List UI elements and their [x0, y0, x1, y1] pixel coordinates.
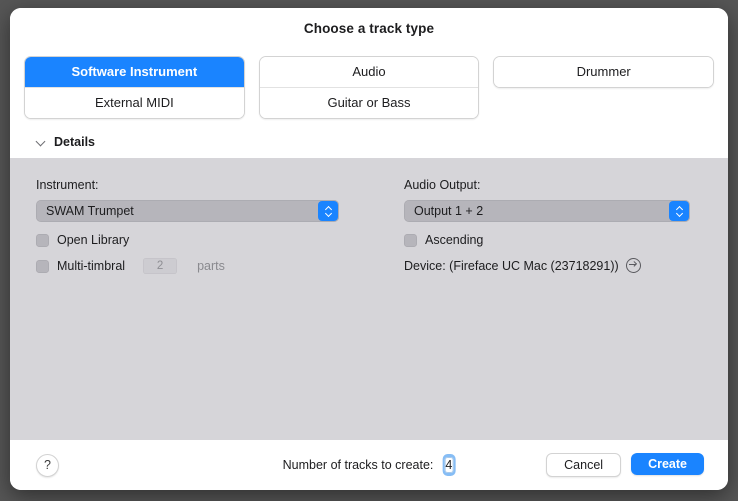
multi-timbral-checkbox[interactable]: [36, 259, 49, 273]
multi-timbral-parts-label: parts: [197, 259, 225, 273]
details-column-right: Audio Output: Output 1 + 2 Ascending Dev…: [392, 178, 728, 274]
details-disclosure-row[interactable]: Details: [10, 119, 728, 158]
details-columns: Instrument: SWAM Trumpet Open Library Mu…: [10, 178, 728, 274]
arrow-right-circle-icon[interactable]: [625, 258, 641, 273]
dialog-top-section: Choose a track type Software Instrument …: [10, 8, 728, 158]
ascending-checkbox[interactable]: [404, 233, 417, 247]
track-type-group-drummer: Drummer: [493, 56, 715, 88]
track-type-groups: Software Instrument External MIDI Audio …: [10, 36, 728, 119]
instrument-value: SWAM Trumpet: [46, 204, 134, 218]
multi-timbral-parts-input[interactable]: 2: [143, 258, 178, 274]
choose-track-type-dialog: Choose a track type Software Instrument …: [10, 8, 728, 490]
details-panel: Instrument: SWAM Trumpet Open Library Mu…: [10, 158, 728, 440]
device-label: Device: (Fireface UC Mac (23718291)): [404, 258, 619, 273]
number-of-tracks-group: Number of tracks to create: 4: [283, 454, 456, 476]
ascending-label: Ascending: [425, 233, 484, 247]
track-type-audio[interactable]: Audio: [259, 57, 479, 87]
dialog-footer: ? Number of tracks to create: 4 Cancel C…: [10, 440, 728, 490]
track-type-software-instrument[interactable]: Software Instrument: [25, 57, 244, 87]
chevron-down-icon: [37, 137, 47, 147]
up-down-chevron-icon: [669, 201, 689, 221]
multi-timbral-label: Multi-timbral: [57, 259, 126, 273]
open-library-label: Open Library: [57, 233, 130, 247]
details-column-left: Instrument: SWAM Trumpet Open Library Mu…: [10, 178, 392, 274]
track-type-external-midi[interactable]: External MIDI: [25, 87, 244, 118]
number-of-tracks-input[interactable]: 4: [444, 457, 454, 473]
up-down-chevron-icon: [318, 201, 338, 221]
create-button[interactable]: Create: [631, 453, 704, 475]
open-library-row[interactable]: Open Library: [36, 233, 392, 247]
audio-output-popup-button[interactable]: Output 1 + 2: [404, 200, 690, 222]
instrument-popup-button[interactable]: SWAM Trumpet: [36, 200, 339, 222]
number-of-tracks-label: Number of tracks to create:: [282, 458, 434, 472]
device-row: Device: (Fireface UC Mac (23718291)): [404, 258, 728, 273]
multi-timbral-row[interactable]: Multi-timbral 2 parts: [36, 258, 392, 274]
help-button[interactable]: ?: [36, 453, 59, 477]
page-title: Choose a track type: [303, 21, 435, 36]
cancel-button[interactable]: Cancel: [546, 453, 622, 477]
footer-buttons: Cancel Create: [546, 453, 714, 477]
audio-output-value: Output 1 + 2: [414, 204, 484, 218]
track-type-group-audio: Audio Guitar or Bass: [258, 56, 480, 119]
track-type-guitar-or-bass[interactable]: Guitar or Bass: [259, 87, 479, 118]
audio-output-label: Audio Output:: [404, 178, 481, 192]
details-label: Details: [54, 135, 95, 149]
track-type-group-midi: Software Instrument External MIDI: [24, 56, 245, 119]
number-of-tracks-focus-ring: 4: [442, 454, 456, 476]
instrument-label: Instrument:: [36, 178, 99, 192]
track-type-drummer[interactable]: Drummer: [494, 57, 714, 87]
open-library-checkbox[interactable]: [36, 233, 49, 247]
ascending-row[interactable]: Ascending: [404, 233, 728, 247]
